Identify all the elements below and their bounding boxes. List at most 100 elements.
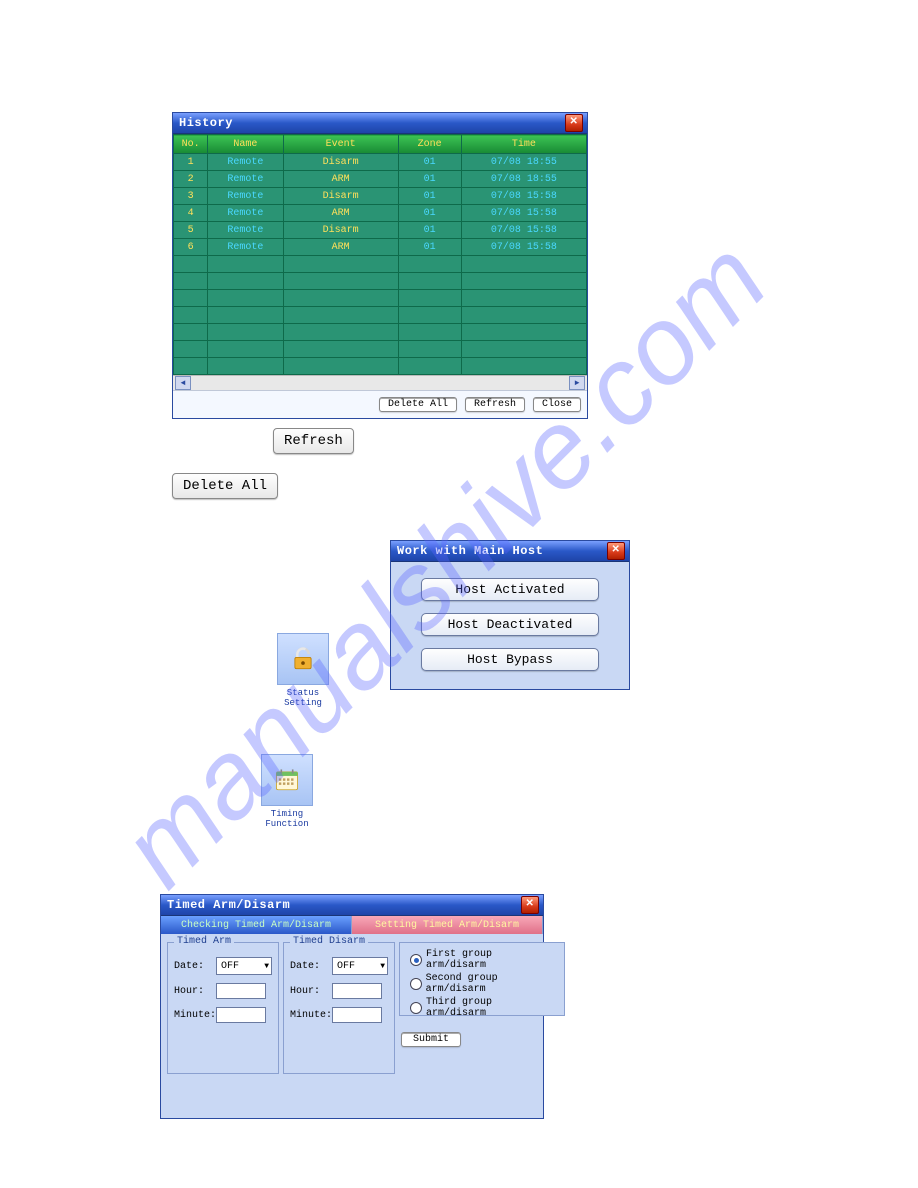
timed-titlebar: Timed Arm/Disarm (161, 895, 543, 916)
close-icon[interactable] (565, 114, 583, 132)
cell-name: Remote (208, 171, 284, 188)
scroll-right-icon[interactable]: ► (569, 376, 585, 390)
history-tbody: 1RemoteDisarm0107/08 18:552RemoteARM0107… (174, 154, 587, 375)
chevron-down-icon: ▼ (380, 962, 385, 971)
table-row-empty (174, 256, 587, 273)
status-label: Status Setting (284, 688, 322, 708)
close-icon[interactable] (607, 542, 625, 560)
host-titlebar: Work with Main Host (391, 541, 629, 562)
radio-first[interactable] (410, 954, 422, 966)
cell-name: Remote (208, 205, 284, 222)
close-button[interactable]: Close (533, 397, 581, 412)
arm-date-select[interactable]: OFF ▼ (216, 957, 272, 975)
radio-third-row[interactable]: Third group arm/disarm (410, 997, 558, 1019)
tab-setting[interactable]: Setting Timed Arm/Disarm (352, 916, 543, 934)
delete-all-button-standalone[interactable]: Delete All (172, 473, 278, 499)
calendar-icon (274, 766, 300, 794)
dis-minute-input[interactable] (332, 1007, 382, 1023)
submit-button[interactable]: Submit (401, 1032, 461, 1047)
history-titlebar: History (173, 113, 587, 134)
scroll-left-icon[interactable]: ◄ (175, 376, 191, 390)
refresh-button-standalone[interactable]: Refresh (273, 428, 354, 454)
radio-second-row[interactable]: Second group arm/disarm (410, 973, 558, 995)
timed-disarm-group: Timed Disarm Date: OFF ▼ Hour: Minute: (283, 942, 395, 1074)
cell-time: 07/08 15:58 (461, 239, 586, 256)
radio-second[interactable] (410, 978, 422, 990)
table-row-empty (174, 341, 587, 358)
horizontal-scrollbar[interactable]: ◄ ► (173, 375, 587, 390)
col-zone: Zone (398, 135, 461, 154)
cell-time: 07/08 18:55 (461, 171, 586, 188)
chevron-down-icon: ▼ (264, 962, 269, 971)
cell-no: 3 (174, 188, 208, 205)
cell-no: 1 (174, 154, 208, 171)
history-footer: Delete All Refresh Close (173, 390, 587, 418)
host-title: Work with Main Host (397, 544, 543, 558)
timed-disarm-legend: Timed Disarm (290, 936, 368, 947)
dis-date-select[interactable]: OFF ▼ (332, 957, 388, 975)
radio-second-label: Second group arm/disarm (426, 973, 558, 995)
timing-tile[interactable] (261, 754, 313, 806)
cell-name: Remote (208, 154, 284, 171)
cell-event: Disarm (283, 222, 398, 239)
cell-event: Disarm (283, 188, 398, 205)
refresh-button[interactable]: Refresh (465, 397, 525, 412)
history-window: History No. Name Event Zone Time 1Remote… (172, 112, 588, 419)
radio-first-row[interactable]: First group arm/disarm (410, 949, 558, 971)
dis-minute-label: Minute: (290, 1010, 328, 1021)
cell-event: ARM (283, 171, 398, 188)
dis-hour-label: Hour: (290, 986, 328, 997)
cell-event: ARM (283, 205, 398, 222)
col-no: No. (174, 135, 208, 154)
table-row-empty (174, 324, 587, 341)
cell-time: 07/08 15:58 (461, 222, 586, 239)
table-row: 4RemoteARM0107/08 15:58 (174, 205, 587, 222)
status-setting-icon[interactable]: Status Setting (276, 633, 330, 708)
table-row-empty (174, 307, 587, 324)
host-body: Host Activated Host Deactivated Host Byp… (391, 562, 629, 689)
timed-arm-group: Timed Arm Date: OFF ▼ Hour: Minute: (167, 942, 279, 1074)
host-deactivated-button[interactable]: Host Deactivated (421, 613, 599, 636)
cell-zone: 01 (398, 205, 461, 222)
timed-tabbar: Checking Timed Arm/Disarm Setting Timed … (161, 916, 543, 934)
tab-checking[interactable]: Checking Timed Arm/Disarm (161, 916, 352, 934)
history-title: History (179, 116, 233, 130)
cell-zone: 01 (398, 188, 461, 205)
dis-date-label: Date: (290, 961, 328, 972)
history-table: No. Name Event Zone Time 1RemoteDisarm01… (173, 134, 587, 375)
cell-time: 07/08 18:55 (461, 154, 586, 171)
group-radio-box: First group arm/disarm Second group arm/… (399, 942, 565, 1016)
history-body: No. Name Event Zone Time 1RemoteDisarm01… (173, 134, 587, 418)
radio-third-label: Third group arm/disarm (426, 997, 558, 1019)
timing-function-icon[interactable]: Timing Function (247, 754, 327, 829)
status-tile[interactable] (277, 633, 329, 685)
radio-third[interactable] (410, 1002, 422, 1014)
cell-zone: 01 (398, 239, 461, 256)
cell-zone: 01 (398, 154, 461, 171)
close-icon[interactable] (521, 896, 539, 914)
col-event: Event (283, 135, 398, 154)
dis-date-value: OFF (337, 961, 355, 972)
cell-time: 07/08 15:58 (461, 205, 586, 222)
arm-hour-label: Hour: (174, 986, 212, 997)
timed-title: Timed Arm/Disarm (167, 898, 290, 912)
cell-time: 07/08 15:58 (461, 188, 586, 205)
arm-minute-input[interactable] (216, 1007, 266, 1023)
table-row: 2RemoteARM0107/08 18:55 (174, 171, 587, 188)
timed-right-column: First group arm/disarm Second group arm/… (399, 942, 565, 1092)
table-row-empty (174, 358, 587, 375)
timed-window: Timed Arm/Disarm Checking Timed Arm/Disa… (160, 894, 544, 1119)
dis-hour-input[interactable] (332, 983, 382, 999)
host-bypass-button[interactable]: Host Bypass (421, 648, 599, 671)
timed-arm-legend: Timed Arm (174, 936, 234, 947)
arm-hour-input[interactable] (216, 983, 266, 999)
cell-event: Disarm (283, 154, 398, 171)
cell-event: ARM (283, 239, 398, 256)
host-activated-button[interactable]: Host Activated (421, 578, 599, 601)
cell-zone: 01 (398, 171, 461, 188)
lock-icon (290, 646, 316, 672)
delete-all-button[interactable]: Delete All (379, 397, 457, 412)
table-row-empty (174, 290, 587, 307)
table-row: 5RemoteDisarm0107/08 15:58 (174, 222, 587, 239)
host-window: Work with Main Host Host Activated Host … (390, 540, 630, 690)
